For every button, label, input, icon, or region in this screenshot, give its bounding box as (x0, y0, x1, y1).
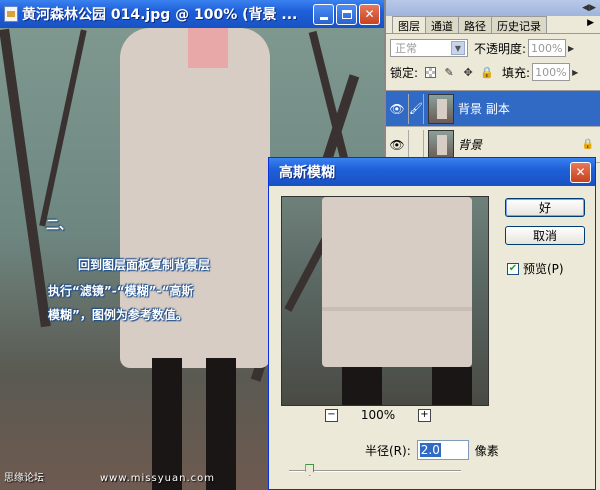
tutorial-text-line: 执行“滤镜”-“模糊”-“高斯 (48, 284, 194, 298)
lock-row: 锁定: ✎ ✥ 🔒 填充: 100% ▶ (386, 60, 600, 84)
cancel-button[interactable]: 取消 (505, 226, 585, 245)
blur-preview[interactable] (281, 196, 489, 406)
person-coat (322, 197, 472, 367)
zoom-out-button[interactable]: − (325, 408, 338, 422)
lock-image-icon[interactable]: ✎ (442, 65, 456, 79)
zoom-in-button[interactable]: + (418, 408, 431, 422)
tutorial-text-line: 回到图层面板复制背景层 (78, 258, 211, 272)
radius-label: 半径(R): (365, 443, 411, 458)
radius-unit: 像素 (474, 443, 499, 458)
opacity-label: 不透明度: (474, 41, 527, 56)
close-icon: ✕ (364, 7, 375, 21)
tab-history[interactable]: 历史记录 (491, 16, 547, 33)
zoom-level: 100% (360, 408, 396, 422)
zoom-controls: − 100% + (325, 408, 431, 422)
panel-collapse-icon[interactable]: ◀▶ (582, 3, 596, 13)
person-leg (152, 358, 182, 490)
layer-list: 👁 🖌 背景 副本 👁 背景 🔒 (386, 90, 600, 163)
layer-thumbnail (428, 93, 454, 124)
panel-header[interactable]: ◀▶ (386, 0, 600, 16)
tree-trunk (0, 28, 51, 328)
maximize-button[interactable] (336, 3, 357, 25)
fill-label: 填充: (502, 65, 531, 80)
tab-layers[interactable]: 图层 (392, 16, 426, 33)
radius-slider[interactable] (289, 464, 461, 476)
opacity-arrow-icon[interactable]: ▶ (568, 44, 574, 53)
person-scarf (188, 28, 228, 68)
layer-name: 背景 (458, 138, 483, 152)
radius-row: 半径(R): 2.0 像素 (365, 440, 499, 460)
layer-name: 背景 副本 (458, 102, 510, 116)
document-icon (4, 6, 18, 22)
fill-arrow-icon[interactable]: ▶ (572, 68, 578, 77)
panel-menu-icon[interactable]: ▶ (581, 16, 600, 33)
tab-channels[interactable]: 通道 (425, 16, 459, 33)
tutorial-text-line: 模糊”，图例为参考数值。 (48, 308, 188, 322)
person-leg (206, 358, 236, 490)
close-button[interactable]: ✕ (359, 3, 380, 25)
blend-row: 正常 ▼ 不透明度: 100% ▶ (386, 36, 600, 60)
preview-checkbox[interactable]: ✔ 预览(P) (507, 260, 564, 277)
document-titlebar[interactable]: 黄河森林公园 014.jpg @ 100% (背景 ... ✕ (0, 0, 384, 28)
fill-value: 100% (535, 65, 567, 79)
eye-icon[interactable]: 👁 (386, 102, 408, 116)
panel-tabs: 图层 通道 路径 历史记录 ▶ (386, 16, 600, 34)
fill-field[interactable]: 100% (532, 63, 571, 81)
lock-transparency-icon[interactable] (423, 65, 437, 79)
minimize-icon (319, 16, 328, 20)
opacity-field[interactable]: 100% (528, 39, 567, 57)
checkmark-icon: ✔ (507, 262, 519, 275)
lock-label: 锁定: (390, 65, 419, 80)
tree-trunk (39, 29, 87, 227)
blend-mode-select[interactable]: 正常 ▼ (390, 39, 468, 57)
tab-paths[interactable]: 路径 (458, 16, 492, 33)
lock-position-icon[interactable]: ✥ (461, 65, 475, 79)
radius-value: 2.0 (419, 443, 441, 457)
watermark-url: www.missyuan.com (100, 473, 215, 484)
layer-lock-icon: 🔒 (581, 139, 594, 150)
opacity-value: 100% (531, 41, 563, 55)
minimize-button[interactable] (313, 3, 334, 25)
dropdown-arrow-icon: ▼ (451, 41, 465, 55)
maximize-icon (341, 9, 352, 19)
watermark-site-name: 思缘论坛 (4, 473, 44, 484)
tutorial-step-number: 二、 (46, 218, 73, 233)
preview-label: 预览(P) (523, 262, 564, 276)
coat-seam (322, 307, 472, 311)
link-slot[interactable] (408, 129, 424, 160)
lock-all-icon[interactable]: 🔒 (480, 65, 494, 79)
brush-icon[interactable]: 🖌 (408, 93, 424, 124)
ok-button[interactable]: 好 (505, 198, 585, 217)
eye-icon[interactable]: 👁 (386, 138, 408, 152)
person-leg (432, 367, 472, 405)
dialog-titlebar[interactable]: 高斯模糊 ✕ (269, 158, 595, 186)
close-icon: ✕ (575, 165, 586, 179)
radius-input[interactable]: 2.0 (416, 440, 469, 460)
gaussian-blur-dialog: 高斯模糊 ✕ 好 取消 ✔ 预览(P) − 100% + 半径(R): 2.0 … (268, 157, 596, 490)
slider-thumb[interactable] (305, 464, 315, 476)
document-title: 黄河森林公园 014.jpg @ 100% (背景 ... (22, 7, 298, 23)
person-leg (342, 367, 382, 405)
layer-thumbnail (428, 129, 454, 160)
dialog-title: 高斯模糊 (279, 165, 335, 181)
dialog-close-button[interactable]: ✕ (570, 161, 591, 183)
layer-row-background-copy[interactable]: 👁 🖌 背景 副本 (386, 91, 600, 127)
blend-mode-value: 正常 (395, 42, 417, 55)
